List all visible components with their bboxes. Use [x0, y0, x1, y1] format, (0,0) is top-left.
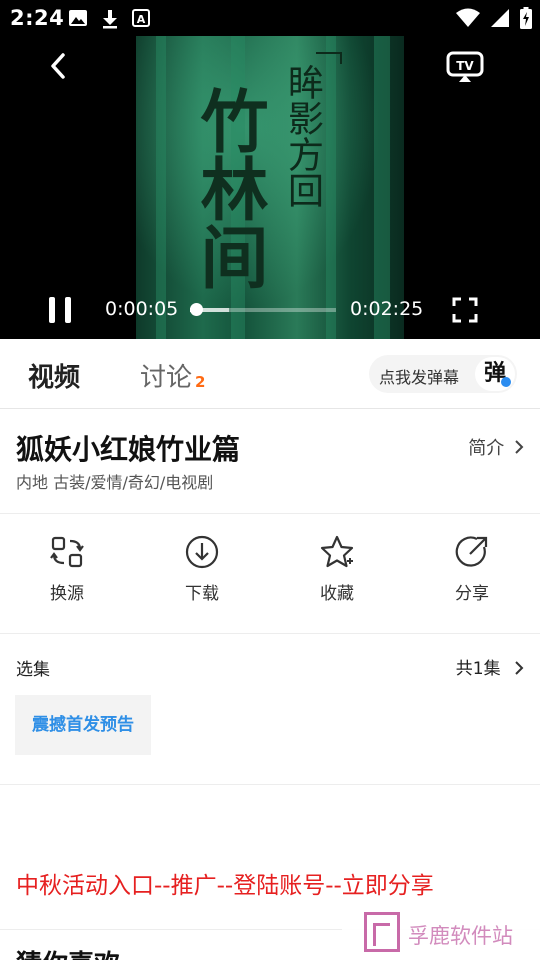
action-bar: 换源 下载 收藏 分享 — [0, 515, 540, 634]
seek-thumb[interactable] — [189, 303, 203, 316]
tv-cast-icon[interactable]: TV — [446, 50, 484, 84]
player-controls: 0:00:05 0:02:25 — [0, 290, 540, 330]
download-button[interactable]: 下载 — [152, 535, 252, 604]
download-icon — [185, 535, 219, 569]
chevron-right-icon — [515, 661, 524, 675]
share-button[interactable]: 分享 — [422, 535, 522, 604]
danmu-label: 点我发弹幕 — [379, 368, 460, 387]
discuss-count-badge: 2 — [195, 373, 206, 391]
promo-link[interactable]: 中秋活动入口--推广--登陆账号--立即分享 — [16, 866, 434, 900]
switch-source-icon — [50, 536, 84, 568]
video-player[interactable]: 2:24 A 竹林间 眸影方回 TV 0:00:05 0:02:25 — [0, 0, 540, 339]
pause-icon[interactable] — [46, 297, 74, 323]
share-icon — [455, 536, 488, 567]
wifi-icon — [456, 8, 480, 27]
action-label: 换源 — [50, 584, 84, 604]
tab-discuss[interactable]: 讨论 — [140, 357, 192, 394]
signal-icon — [491, 9, 509, 27]
current-time: 0:00:05 — [105, 298, 179, 320]
action-label: 分享 — [455, 584, 489, 604]
recommend-title: 猜你喜欢 — [16, 944, 120, 960]
show-title: 狐妖小红娘竹业篇 — [16, 433, 241, 466]
status-time: 2:24 — [10, 6, 65, 30]
episode-section-title: 选集 — [16, 660, 50, 680]
battery-charging-icon — [520, 7, 532, 29]
episode-count-link[interactable]: 共1集 — [456, 654, 524, 679]
star-icon — [320, 535, 354, 568]
watermark-text: 孚鹿软件站 — [408, 924, 513, 948]
fullscreen-icon[interactable] — [451, 296, 479, 324]
action-label: 收藏 — [320, 584, 354, 604]
show-meta: 内地 古装/爱情/奇幻/电视剧 — [16, 473, 214, 492]
svg-text:A: A — [137, 13, 146, 26]
video-detail-page: 2:24 A 竹林间 眸影方回 TV 0:00:05 0:02:25 视频 讨论… — [0, 0, 540, 960]
show-info: 狐妖小红娘竹业篇 内地 古装/爱情/奇幻/电视剧 简介 — [0, 410, 540, 514]
poster-main-text: 竹林间 — [188, 86, 268, 290]
chevron-right-icon — [515, 440, 524, 454]
intro-link[interactable]: 简介 — [468, 434, 524, 460]
danmu-button[interactable]: 点我发弹幕 弹 — [369, 355, 517, 393]
switch-source-button[interactable]: 换源 — [17, 535, 117, 604]
danmu-check-icon — [501, 377, 511, 387]
episode-section: 选集 共1集 震撼首发预告 — [0, 635, 540, 785]
svg-text:TV: TV — [456, 59, 474, 73]
poster-side-text: 眸影方回 — [282, 64, 323, 208]
download-icon — [103, 10, 117, 29]
font-icon: A — [132, 9, 150, 27]
poster-bracket — [316, 52, 342, 64]
image-icon — [69, 10, 87, 26]
watermark-logo-icon — [364, 912, 400, 952]
episode-item[interactable]: 震撼首发预告 — [15, 695, 151, 755]
back-chevron-icon[interactable] — [44, 50, 74, 82]
duration-time: 0:02:25 — [350, 298, 424, 320]
tab-video[interactable]: 视频 — [28, 357, 80, 394]
content-tabs: 视频 讨论 2 点我发弹幕 弹 — [0, 339, 540, 409]
seek-bar[interactable] — [189, 303, 336, 316]
watermark: 孚鹿软件站 — [342, 908, 540, 960]
danmu-icon[interactable]: 弹 — [475, 357, 515, 391]
favorite-button[interactable]: 收藏 — [287, 535, 387, 604]
action-label: 下载 — [185, 584, 219, 604]
status-bar: 2:24 A — [0, 0, 540, 36]
